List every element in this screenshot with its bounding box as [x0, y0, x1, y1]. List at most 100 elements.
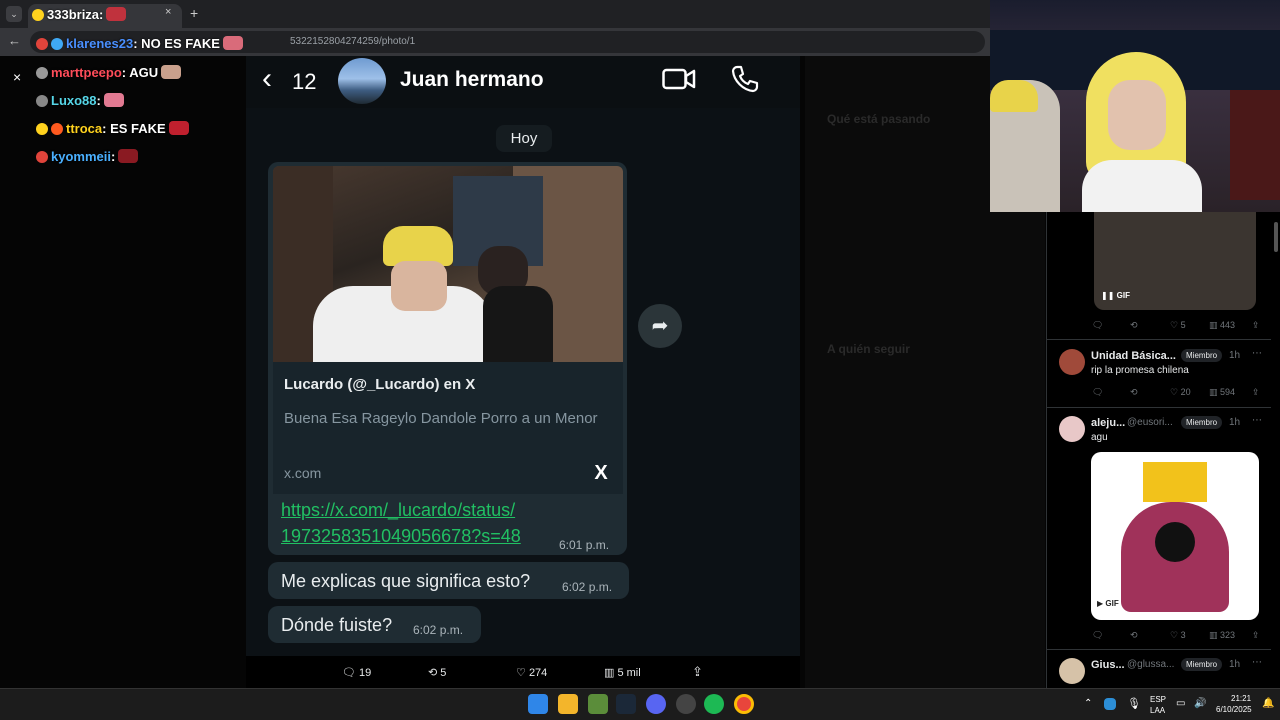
notification-icon[interactable]: 🔔: [1262, 698, 1274, 709]
chevron-up-icon[interactable]: ⌃: [1084, 698, 1092, 709]
views-button[interactable]: ▥ 323: [1209, 630, 1235, 641]
language-top[interactable]: ESP: [1150, 695, 1166, 704]
king-mouth: [1155, 522, 1195, 562]
repost-icon: ⟲: [428, 667, 438, 679]
avatar[interactable]: [1059, 658, 1085, 684]
like-button[interactable]: ♡ 20: [1170, 387, 1191, 398]
views-button[interactable]: ▥ 443: [1209, 320, 1235, 331]
badge-icon: [36, 123, 48, 135]
reply-count: 19: [359, 667, 372, 679]
share-tweet-icon[interactable]: ⇪: [692, 664, 703, 680]
link-preview-image[interactable]: [273, 166, 623, 362]
tab-search-menu-button[interactable]: ⌄: [6, 6, 22, 22]
post-author[interactable]: Unidad Básica...: [1091, 350, 1176, 362]
reply-button[interactable]: 🗨 19: [342, 666, 371, 679]
volume-icon[interactable]: 🔊: [1194, 698, 1206, 709]
chat-close-icon[interactable]: ×: [13, 69, 21, 85]
views-button[interactable]: ▥ 594: [1209, 387, 1235, 398]
like-button[interactable]: ♡ 3: [1170, 630, 1186, 641]
member-badge: Miembro: [1181, 349, 1223, 362]
clock-date[interactable]: 6/10/2025: [1216, 705, 1252, 714]
post-author[interactable]: aleju...: [1091, 417, 1125, 429]
trends-heading: Qué está pasando: [827, 112, 931, 126]
phone-call-icon[interactable]: [730, 64, 760, 94]
chat-message: :: [96, 93, 101, 108]
more-icon[interactable]: ⋯: [1252, 348, 1262, 359]
member-badge: Miembro: [1181, 416, 1223, 429]
app-icon[interactable]: [588, 694, 608, 714]
windows-start-icon[interactable]: [528, 694, 548, 714]
repost-button[interactable]: ⟲ 5: [428, 666, 446, 679]
like-count: 3: [1180, 630, 1186, 640]
pause-icon[interactable]: ❚❚: [1101, 291, 1114, 300]
avatar[interactable]: [1059, 349, 1085, 375]
emote-icon: [161, 65, 182, 79]
badge-icon: [32, 9, 44, 21]
spotify-icon[interactable]: [704, 694, 724, 714]
scrollbar-thumb[interactable]: [1274, 222, 1278, 252]
back-arrow-icon[interactable]: ←: [8, 33, 21, 48]
chat-username: kyommeii: [51, 149, 111, 164]
contact-name[interactable]: Juan hermano: [400, 68, 544, 92]
discord-icon[interactable]: [646, 694, 666, 714]
post-text: rip la promesa chilena: [1091, 365, 1189, 376]
chat-username: Luxo88: [51, 93, 97, 108]
new-tab-button[interactable]: +: [190, 5, 198, 21]
unread-count: 12: [292, 69, 317, 94]
message-time: 6:02 p.m.: [562, 580, 613, 594]
avatar[interactable]: [338, 58, 386, 104]
share-icon[interactable]: ➦: [638, 304, 682, 348]
obs-icon[interactable]: [676, 694, 696, 714]
message-link[interactable]: 1973258351049056678?s=48: [281, 526, 521, 547]
reply-icon[interactable]: 🗨: [1092, 387, 1103, 398]
emote-icon: [168, 121, 189, 135]
gif-label: ▶ GIF: [1097, 599, 1119, 608]
video-call-icon[interactable]: [662, 67, 696, 91]
chat-message: :: [110, 149, 116, 164]
more-icon[interactable]: ⋯: [1252, 415, 1262, 426]
like-count: 5: [1180, 320, 1186, 330]
message-link[interactable]: https://x.com/_lucardo/status/: [281, 500, 515, 521]
feed-column: ❚❚ GIF 🗨 ⟲ ♡ 5 ▥ 443 ⇪ Unidad Básica... …: [1046, 212, 1271, 688]
repost-icon[interactable]: ⟲: [1130, 320, 1138, 331]
file-explorer-icon[interactable]: [558, 694, 578, 714]
message-text: Me explicas que significa esto?: [281, 571, 531, 591]
views-count: 443: [1220, 320, 1236, 330]
like-count: 274: [528, 667, 548, 679]
scrollbar[interactable]: [1272, 212, 1280, 688]
chat-message: : AGU: [121, 65, 159, 80]
more-icon[interactable]: ⋯: [1252, 657, 1262, 668]
badge-icon: [51, 123, 63, 135]
language-bottom[interactable]: LAA: [1150, 706, 1165, 715]
avatar[interactable]: [1059, 416, 1085, 442]
chrome-icon[interactable]: [734, 694, 754, 714]
x-logo-icon: X: [594, 462, 608, 484]
share-icon[interactable]: ⇪: [1252, 630, 1260, 641]
post-author[interactable]: Gius...: [1091, 659, 1125, 671]
steam-icon[interactable]: [616, 694, 636, 714]
repost-icon[interactable]: ⟲: [1130, 387, 1138, 398]
views-button[interactable]: ▥ 5 mil: [604, 666, 641, 679]
second-person-body: [483, 286, 553, 362]
like-button[interactable]: ♡ 5: [1170, 320, 1186, 331]
yellow-beanie: [383, 226, 453, 266]
message-text: Dónde fuiste?: [281, 615, 393, 635]
share-icon[interactable]: ⇪: [1252, 320, 1260, 331]
reply-icon[interactable]: 🗨: [1092, 320, 1103, 331]
date-chip: Hoy: [496, 125, 552, 152]
reply-icon[interactable]: 🗨: [1092, 630, 1103, 641]
chat-line: ttroca: ES FAKE: [36, 121, 189, 136]
chevron-left-icon[interactable]: ‹: [262, 62, 272, 96]
clock-time[interactable]: 21:21: [1231, 694, 1251, 703]
views-count: 5 mil: [617, 667, 641, 679]
network-icon[interactable]: ▭: [1176, 698, 1185, 709]
close-tab-icon[interactable]: ×: [165, 6, 177, 18]
repost-icon[interactable]: ⟲: [1130, 630, 1138, 641]
gif-media[interactable]: [1091, 452, 1259, 620]
like-button[interactable]: ♡ 274: [516, 666, 547, 679]
play-icon[interactable]: ▶: [1097, 599, 1103, 608]
chat-line: Luxo88:: [36, 93, 124, 108]
microphone-icon[interactable]: 🎙: [1127, 697, 1141, 710]
share-icon[interactable]: ⇪: [1252, 387, 1260, 398]
tray-app-icon[interactable]: [1104, 698, 1116, 710]
